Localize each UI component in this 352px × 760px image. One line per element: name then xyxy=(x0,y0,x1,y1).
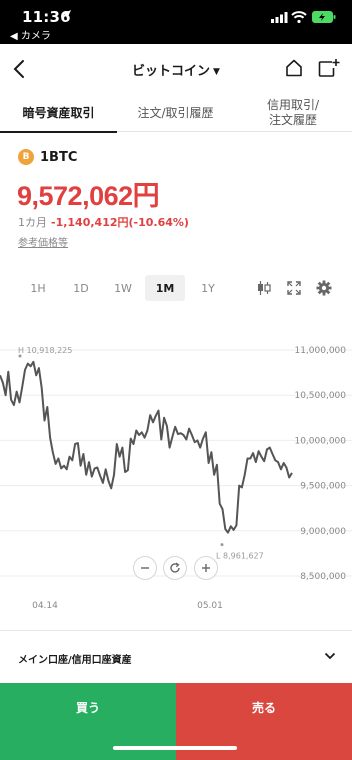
low-marker xyxy=(220,543,224,547)
y-tick-label: 9,000,000 xyxy=(300,527,346,537)
tab-crypto-trading[interactable]: 暗号資産取引 xyxy=(0,94,117,133)
range-1d[interactable]: 1D xyxy=(61,275,101,301)
tab-order-history[interactable]: 注文/取引履歴 xyxy=(117,94,234,132)
tab-margin-history[interactable]: 信用取引/ 注文履歴 xyxy=(234,94,352,132)
refresh-icon[interactable] xyxy=(163,556,187,580)
change-period: 1カ月 xyxy=(18,216,47,229)
asset-header: B 1BTC xyxy=(18,149,77,165)
page-title: ビットコイン xyxy=(132,64,211,79)
current-price: 9,572,062円 xyxy=(17,181,160,211)
asset-symbol: 1BTC xyxy=(40,149,78,165)
add-window-icon[interactable] xyxy=(318,58,340,78)
wifi-icon xyxy=(291,11,307,23)
candlestick-icon[interactable] xyxy=(257,280,271,296)
x-tick-label: 04.14 xyxy=(32,601,58,611)
signal-icon xyxy=(271,12,288,23)
price-line xyxy=(0,360,293,534)
range-1m[interactable]: 1M xyxy=(145,275,185,301)
x-tick-label: 05.01 xyxy=(197,601,223,611)
zoom-out-icon[interactable] xyxy=(133,556,157,580)
range-1w[interactable]: 1W xyxy=(103,275,143,301)
chevron-down-icon[interactable] xyxy=(324,651,336,661)
bitcoin-icon: B xyxy=(18,149,34,165)
reference-price-link[interactable]: 参考価格等 xyxy=(18,234,68,249)
account-assets-row[interactable]: メイン口座/信用口座資産 xyxy=(0,630,352,682)
low-label: L 8,961,627 xyxy=(216,552,264,561)
y-tick-label: 8,500,000 xyxy=(300,572,346,582)
range-1y[interactable]: 1Y xyxy=(188,275,228,301)
tab-bar: 暗号資産取引 注文/取引履歴 信用取引/ 注文履歴 xyxy=(0,94,352,133)
y-tick-label: 10,000,000 xyxy=(294,436,346,446)
y-tick-label: 9,500,000 xyxy=(300,482,346,492)
status-bar: 11:36 ◀ カメラ xyxy=(0,0,352,44)
fullscreen-icon[interactable] xyxy=(287,281,301,295)
nav-bar: ビットコイン ▼ xyxy=(0,44,352,94)
y-tick-label: 10,500,000 xyxy=(294,391,346,401)
y-tick-label: 11,000,000 xyxy=(294,346,346,356)
price-change: 1カ月 -1,140,412円(-10.64%) xyxy=(18,214,189,230)
caret-down-icon: ▼ xyxy=(213,67,220,77)
home-indicator xyxy=(113,746,237,750)
high-label: H 10,918,225 xyxy=(18,346,72,355)
change-value: -1,140,412円(-10.64%) xyxy=(51,216,189,229)
range-1h[interactable]: 1H xyxy=(18,275,58,301)
account-assets-label: メイン口座/信用口座資産 xyxy=(18,655,132,666)
battery-charging-icon xyxy=(312,11,336,23)
gear-icon[interactable] xyxy=(316,280,332,296)
back-to-app-link[interactable]: ◀ カメラ xyxy=(10,27,51,42)
home-icon[interactable] xyxy=(284,58,304,78)
location-arrow-icon xyxy=(62,10,71,19)
zoom-in-icon[interactable] xyxy=(194,556,218,580)
